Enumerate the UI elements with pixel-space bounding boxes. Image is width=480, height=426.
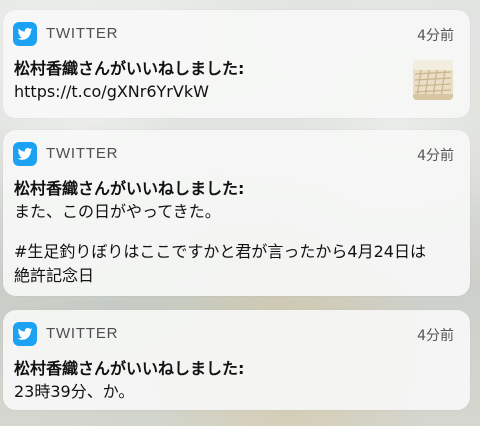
app-name-label: TWITTER: [46, 25, 119, 42]
notification-header: TWITTER 4分前: [13, 22, 454, 46]
notification-body-line: また、この日がやってきた。: [14, 202, 221, 221]
notification-card-1[interactable]: TWITTER 4分前 松村香織さんがいいねしました: https://t.co…: [3, 10, 470, 118]
notification-title: 松村香織さんがいいねしました:: [14, 59, 245, 78]
notification-header: TWITTER 4分前: [13, 142, 454, 166]
twitter-bird-icon: [13, 22, 37, 46]
notification-body-link: https://t.co/gXNr6YrVkW: [14, 82, 209, 101]
notification-content: 松村香織さんがいいねしました: https://t.co/gXNr6YrVkW: [14, 58, 454, 104]
twitter-bird-icon: [13, 322, 37, 346]
notification-thumbnail-image[interactable]: [413, 60, 453, 100]
notification-time: 4分前: [417, 328, 454, 344]
notification-body-line: 絶許記念日: [14, 266, 95, 285]
app-name-label: TWITTER: [46, 325, 119, 342]
notification-card-3[interactable]: TWITTER 4分前 松村香織さんがいいねしました: 23時39分、か。: [3, 310, 470, 410]
notification-card-2[interactable]: TWITTER 4分前 松村香織さんがいいねしました: また、この日がやってきた…: [3, 130, 470, 296]
notification-content: 松村香織さんがいいねしました: また、この日がやってきた。 #生足釣りぼりはここ…: [14, 178, 454, 288]
notification-content: 松村香織さんがいいねしました: 23時39分、か。: [14, 358, 454, 404]
notification-time: 4分前: [417, 148, 454, 164]
notification-body-line: 23時39分、か。: [14, 382, 135, 401]
notification-body-line: #生足釣りぼりはここですかと君が言ったから4月24日は: [14, 242, 426, 261]
notification-header: TWITTER 4分前: [13, 322, 454, 346]
app-name-label: TWITTER: [46, 145, 119, 162]
notification-time: 4分前: [417, 28, 454, 44]
notification-title: 松村香織さんがいいねしました:: [14, 179, 245, 198]
notification-title: 松村香織さんがいいねしました:: [14, 359, 245, 378]
twitter-bird-icon: [13, 142, 37, 166]
